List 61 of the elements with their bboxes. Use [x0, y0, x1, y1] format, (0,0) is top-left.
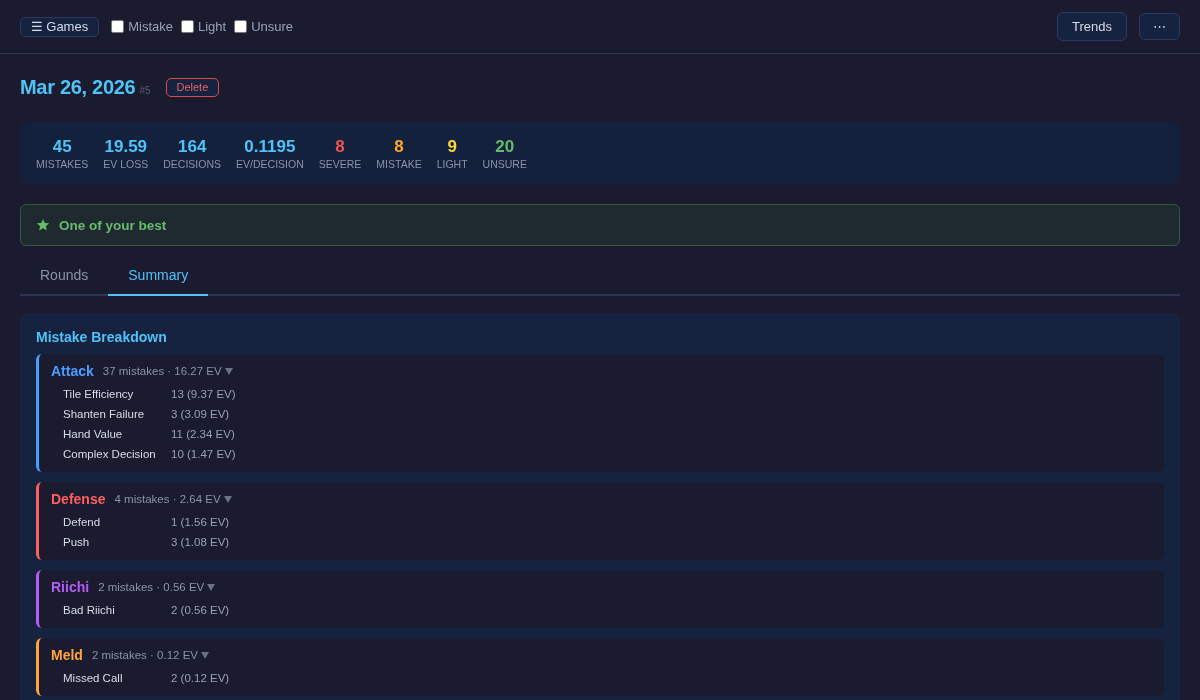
trends-button[interactable]: Trends — [1057, 12, 1127, 41]
caret-icon[interactable] — [201, 651, 209, 659]
subcategory-name: Push — [63, 536, 91, 548]
stat-label: LIGHT — [436, 156, 468, 171]
category-summary: 37 mistakes · 16.27 EV — [102, 365, 222, 377]
panel-title: Mistake Breakdown — [36, 328, 168, 346]
stat-value: 8 — [335, 135, 345, 157]
banner-text: One of your best — [59, 217, 167, 233]
filter-checkbox[interactable] — [234, 20, 248, 33]
stat-value: 45 — [52, 135, 72, 157]
category-summary: 2 mistakes · 0.56 EV — [98, 581, 205, 593]
category-name: Defense — [51, 491, 106, 507]
game-number: #5 — [139, 85, 151, 96]
subcategory-value: 3 (1.08 EV) — [171, 536, 230, 548]
filter-label: Unsure — [251, 19, 294, 34]
star-icon — [36, 218, 50, 232]
delete-button[interactable]: Delete — [165, 77, 220, 97]
tab[interactable]: Summary — [108, 256, 209, 296]
caret-icon[interactable] — [207, 583, 216, 591]
filter-label: Light — [197, 19, 227, 34]
subcategory-value: 11 (2.34 EV) — [171, 428, 235, 440]
subcategory-value: 3 (3.09 EV) — [171, 408, 230, 420]
category-name: Attack — [51, 363, 94, 379]
stat-label: DECISIONS — [163, 156, 222, 171]
category-summary: 4 mistakes · 2.64 EV — [114, 493, 221, 505]
subcategory-name: Shanten Failure — [63, 408, 146, 420]
stat-value: 19.59 — [104, 135, 148, 157]
subcategory-name: Missed Call — [63, 672, 124, 684]
subcategory-value: 2 (0.12 EV) — [171, 672, 230, 684]
stat-value: 20 — [495, 135, 515, 157]
subcategory-value: 1 (1.56 EV) — [171, 516, 230, 528]
stat-label: SEVERE — [318, 156, 362, 171]
stat-value: 8 — [394, 135, 404, 157]
filter-label: Mistake — [128, 19, 173, 34]
tab[interactable]: Rounds — [20, 256, 109, 296]
subcategory-name: Bad Riichi — [63, 604, 116, 616]
subcategory-name: Defend — [63, 516, 102, 528]
stat-label: MISTAKES — [36, 156, 89, 171]
games-menu-button[interactable]: ☰ Games — [20, 16, 100, 37]
subcategory-name: Complex Decision — [63, 448, 157, 460]
game-date-title: Mar 26, 2026 — [20, 76, 136, 99]
subcategory-value: 10 (1.47 EV) — [171, 448, 236, 460]
filter-checkbox[interactable] — [180, 20, 194, 33]
filter-checkbox[interactable] — [111, 20, 125, 33]
stat-value: 0.1195 — [244, 135, 296, 157]
more-button[interactable]: ⋯ — [1139, 13, 1180, 40]
stat-label: UNSURE — [482, 156, 527, 171]
stat-value: 9 — [447, 135, 457, 157]
subcategory-value: 13 (9.37 EV) — [171, 388, 236, 400]
subcategory-name: Hand Value — [63, 428, 124, 440]
stat-value: 164 — [177, 135, 207, 157]
caret-icon[interactable] — [224, 367, 233, 375]
category-name: Riichi — [51, 579, 90, 595]
subcategory-value: 2 (0.56 EV) — [171, 604, 230, 616]
stat-label: EV/DECISION — [236, 156, 304, 171]
caret-icon[interactable] — [223, 495, 232, 503]
subcategory-name: Tile Efficiency — [63, 388, 135, 400]
category-name: Meld — [51, 647, 83, 663]
stat-label: MISTAKE — [376, 156, 422, 171]
category-summary: 2 mistakes · 0.12 EV — [91, 649, 198, 661]
stat-label: EV LOSS — [103, 156, 149, 171]
